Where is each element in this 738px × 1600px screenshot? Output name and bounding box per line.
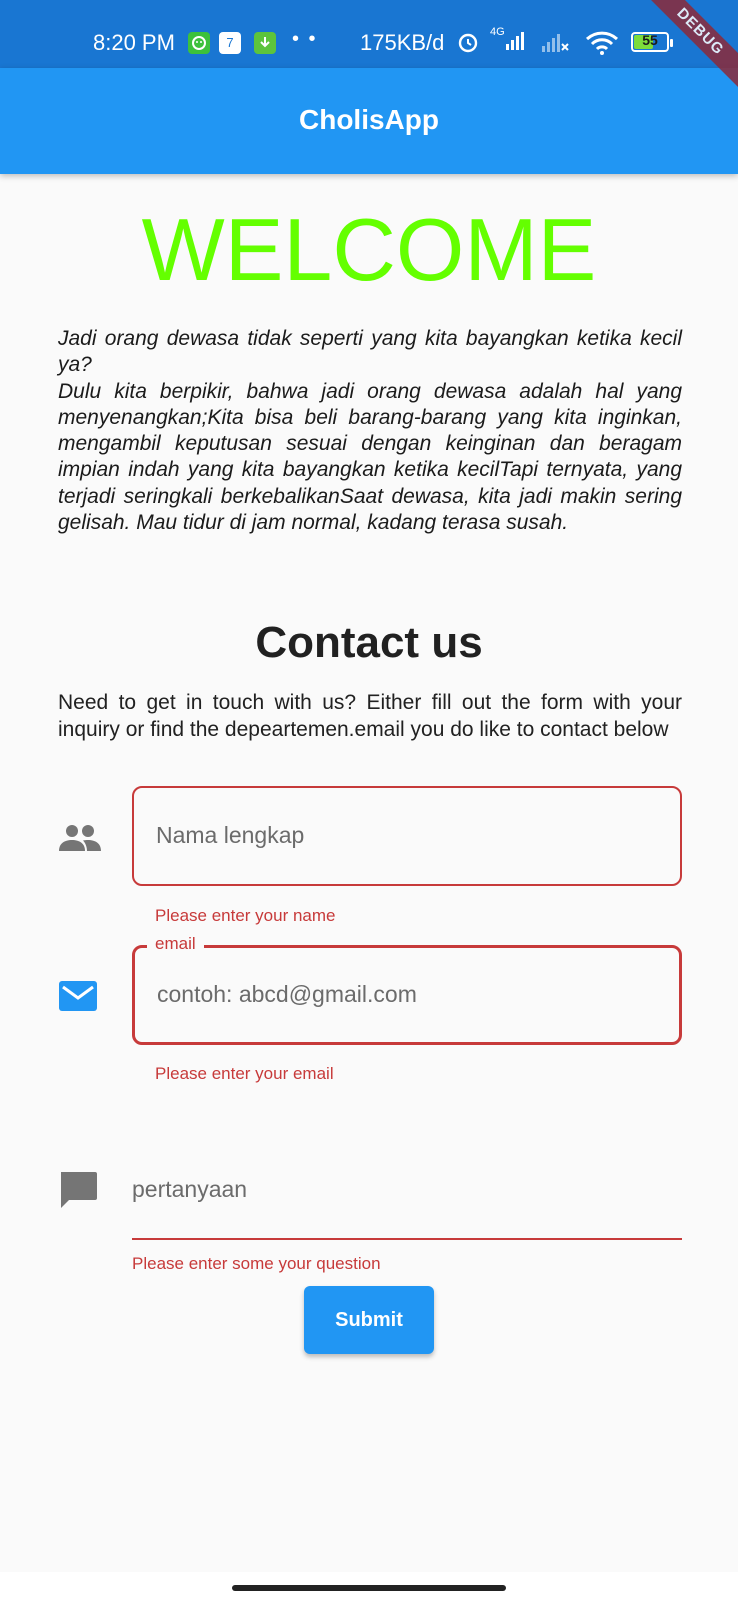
battery-percent: 55 xyxy=(642,32,658,48)
battery-icon: 55 xyxy=(631,32,673,52)
gamepad-icon xyxy=(188,32,210,54)
welcome-heading: WELCOME xyxy=(141,200,597,299)
name-field[interactable]: Nama lengkap xyxy=(132,786,682,886)
download-icon xyxy=(254,32,276,54)
signal-4g-icon: 4G xyxy=(490,26,532,60)
app-title: CholisApp xyxy=(299,104,439,135)
email-input-placeholder[interactable]: contoh: abcd@gmail.com xyxy=(157,981,417,1008)
question-input-placeholder[interactable]: pertanyaan xyxy=(132,1176,247,1203)
wifi-icon xyxy=(584,30,620,62)
story-line-1: Jadi orang dewasa tidak seperti yang kit… xyxy=(58,327,682,377)
signal-label: 4G xyxy=(490,26,505,38)
calendar-day: 7 xyxy=(226,35,234,50)
network-speed: 175KB/d xyxy=(360,30,445,55)
question-error: Please enter some your question xyxy=(132,1254,381,1273)
alarm-icon xyxy=(456,30,480,60)
submit-button[interactable]: Submit xyxy=(304,1286,434,1354)
status-bar: 8:20 PM 7 • • 175KB/d 4G 55 xyxy=(0,0,738,68)
question-field[interactable]: pertanyaan xyxy=(132,1160,682,1240)
comment-icon xyxy=(58,1170,98,1213)
home-indicator[interactable] xyxy=(232,1585,506,1591)
contact-description: Need to get in touch with us? Either fil… xyxy=(58,691,682,741)
story-text: Jadi orang dewasa tidak seperti yang kit… xyxy=(58,326,682,536)
people-icon xyxy=(58,822,102,859)
email-field[interactable]: email contoh: abcd@gmail.com xyxy=(132,934,682,1045)
mail-icon xyxy=(58,980,98,1017)
more-notifications: • • xyxy=(292,28,318,50)
signal-off-icon xyxy=(540,30,572,62)
name-error: Please enter your name xyxy=(155,906,336,925)
story-line-2: Dulu kita berpikir, bahwa jadi orang dew… xyxy=(58,379,682,535)
calendar-icon: 7 xyxy=(219,32,241,54)
contact-title: Contact us xyxy=(255,618,483,667)
status-time: 8:20 PM xyxy=(93,30,175,55)
app-bar: CholisApp xyxy=(0,68,738,174)
email-label: email xyxy=(147,934,204,954)
email-error: Please enter your email xyxy=(155,1064,334,1083)
name-input-placeholder[interactable]: Nama lengkap xyxy=(156,822,304,849)
